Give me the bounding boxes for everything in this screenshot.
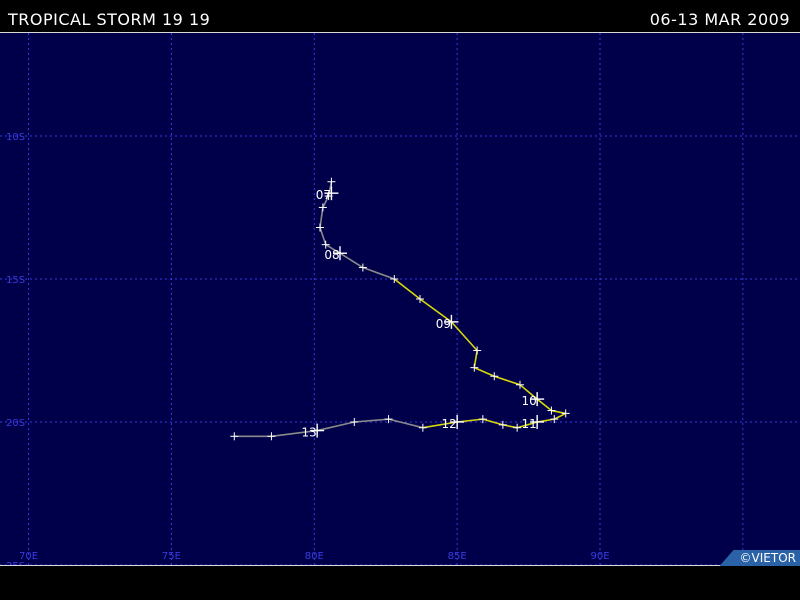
map-title: TROPICAL STORM 19 19 (8, 10, 211, 29)
track-point (358, 263, 367, 272)
lat-tick-label: 25S (6, 561, 25, 565)
track-segment (494, 375, 521, 386)
lon-tick-label: 75E (162, 551, 181, 562)
day-marker: 08 (324, 246, 347, 262)
map-canvas: 70E75E80E85E90E95E10S15S20S25S 070809101… (0, 33, 800, 565)
track-point (418, 423, 427, 432)
day-labels: 07 08 09 10 11 12 13 (302, 186, 545, 440)
lat-tick-label: 10S (6, 132, 25, 143)
track-segment (450, 321, 478, 352)
day-label: 09 (436, 317, 451, 331)
track-point (490, 372, 499, 381)
day-label: 07 (316, 188, 331, 202)
day-marker: 07 (316, 186, 339, 202)
track-segment (319, 227, 327, 245)
day-marker: 11 (522, 414, 545, 431)
grid-lines: 70E75E80E85E90E95E10S15S20S25S (0, 33, 800, 565)
track-segment (553, 412, 567, 420)
track-segment (339, 252, 364, 269)
day-label: 08 (324, 248, 339, 262)
track-segment (388, 418, 424, 429)
day-label: 12 (442, 417, 457, 431)
track-map: 70E75E80E85E90E95E10S15S20S25S 070809101… (0, 32, 800, 566)
credit-badge: ©VIETOR (719, 550, 800, 566)
lon-tick-label: 85E (448, 551, 467, 562)
track-segment (536, 398, 552, 412)
day-marker: 09 (436, 314, 459, 331)
day-label: 11 (522, 417, 537, 431)
storm-track (234, 181, 567, 438)
track-point (316, 223, 324, 232)
date-range: 06-13 MAR 2009 (649, 10, 790, 29)
day-marker: 12 (442, 414, 465, 431)
track-point (561, 409, 570, 418)
track-point (318, 203, 327, 212)
track-markers (230, 177, 570, 441)
track-point (230, 432, 239, 441)
track-point (327, 177, 336, 186)
lat-tick-label: 15S (6, 275, 25, 286)
day-label: 10 (522, 394, 537, 408)
track-segment (473, 366, 495, 377)
track-point (267, 432, 276, 441)
lat-tick-label: 20S (6, 418, 25, 429)
day-marker: 10 (522, 392, 545, 408)
track-point (513, 423, 522, 432)
track-segment (362, 266, 395, 280)
lon-tick-label: 80E (305, 551, 324, 562)
day-label: 13 (302, 426, 317, 440)
lon-tick-label: 90E (590, 551, 609, 562)
track-point (350, 417, 359, 426)
track-segment (393, 278, 421, 300)
day-marker: 13 (302, 423, 325, 440)
track-point (470, 363, 479, 372)
track-segment (316, 421, 355, 432)
